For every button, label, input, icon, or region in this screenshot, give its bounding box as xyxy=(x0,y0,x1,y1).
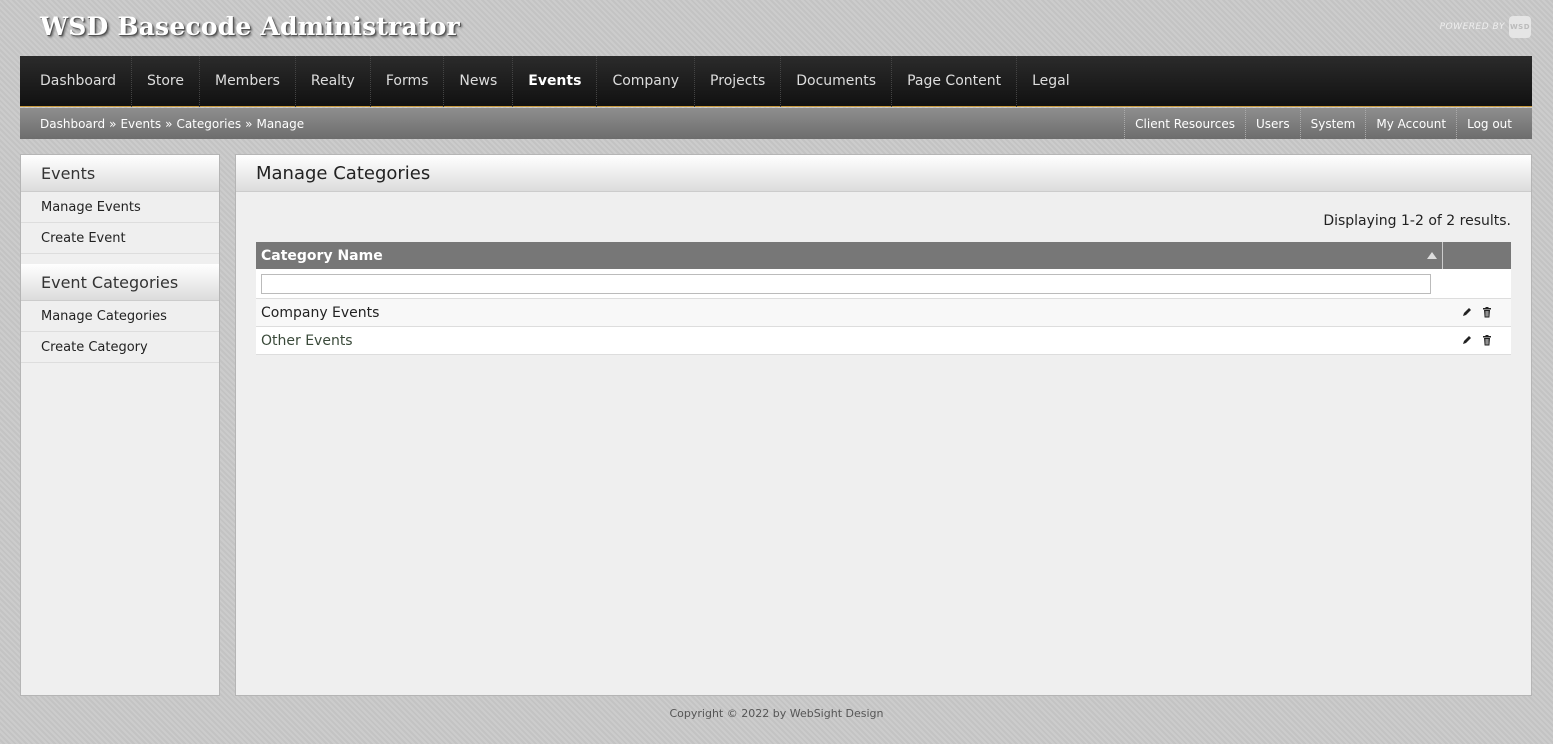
filter-row xyxy=(256,269,1511,299)
nav-item-realty[interactable]: Realty xyxy=(296,55,371,107)
category-name-filter-input[interactable] xyxy=(261,273,1431,294)
nav-item-projects[interactable]: Projects xyxy=(695,55,782,107)
delete-trash-icon[interactable] xyxy=(1482,307,1492,318)
categories-table: Category Name Company Events Other Event… xyxy=(256,242,1511,355)
category-name-cell: Company Events xyxy=(261,304,380,321)
main-nav: Dashboard Store Members Realty Forms New… xyxy=(20,55,1532,107)
page-title: Manage Categories xyxy=(236,155,1531,192)
table-header: Category Name xyxy=(256,242,1511,269)
nav-item-legal[interactable]: Legal xyxy=(1017,56,1085,107)
util-link-users[interactable]: Users xyxy=(1245,108,1300,139)
sidebar-divider xyxy=(21,254,219,264)
nav-item-page-content[interactable]: Page Content xyxy=(892,55,1018,107)
breadcrumb-dashboard[interactable]: Dashboard xyxy=(40,117,105,131)
util-link-my-account[interactable]: My Account xyxy=(1365,108,1456,139)
nav-item-members[interactable]: Members xyxy=(200,55,296,107)
column-header-label: Category Name xyxy=(261,247,383,264)
breadcrumb-categories[interactable]: Categories xyxy=(176,117,241,131)
column-header-category-name[interactable]: Category Name xyxy=(256,242,1443,269)
breadcrumb-events[interactable]: Events xyxy=(120,117,161,131)
sub-bar: Dashboard » Events » Categories » Manage… xyxy=(20,108,1532,139)
column-header-actions xyxy=(1443,242,1511,269)
row-actions xyxy=(1443,307,1511,318)
table-row: Other Events xyxy=(256,327,1511,355)
breadcrumb-separator: » xyxy=(165,116,173,131)
powered-by-label: POWERED BY xyxy=(1439,22,1505,32)
edit-pencil-icon[interactable] xyxy=(1462,335,1472,346)
nav-item-forms[interactable]: Forms xyxy=(371,55,445,107)
nav-item-documents[interactable]: Documents xyxy=(781,55,893,107)
footer-copyright: Copyright © 2022 by WebSight Design xyxy=(669,707,884,720)
wsd-logo-icon: WSD xyxy=(1509,16,1531,38)
table-row: Company Events xyxy=(256,299,1511,327)
row-actions xyxy=(1443,335,1511,346)
powered-by: POWERED BY WSD xyxy=(1440,16,1531,38)
sidebar-heading-events: Events xyxy=(21,155,219,192)
breadcrumb: Dashboard » Events » Categories » Manage xyxy=(20,117,304,131)
edit-pencil-icon[interactable] xyxy=(1462,307,1472,318)
util-link-system[interactable]: System xyxy=(1299,108,1366,139)
results-summary: Displaying 1-2 of 2 results. xyxy=(1323,213,1511,229)
breadcrumb-manage[interactable]: Manage xyxy=(256,117,304,131)
sort-ascending-icon[interactable] xyxy=(1427,252,1437,259)
sidebar: Events Manage Events Create Event Event … xyxy=(20,154,220,696)
nav-item-dashboard[interactable]: Dashboard xyxy=(20,55,132,107)
sidebar-item-create-category[interactable]: Create Category xyxy=(21,332,219,363)
breadcrumb-separator: » xyxy=(245,116,253,131)
breadcrumb-separator: » xyxy=(109,116,117,131)
util-link-client-resources[interactable]: Client Resources xyxy=(1124,108,1245,139)
sidebar-item-create-event[interactable]: Create Event xyxy=(21,223,219,254)
category-name-cell: Other Events xyxy=(261,332,353,349)
sidebar-item-manage-categories[interactable]: Manage Categories xyxy=(21,301,219,332)
sidebar-heading-event-categories: Event Categories xyxy=(21,264,219,301)
delete-trash-icon[interactable] xyxy=(1482,335,1492,346)
sidebar-item-manage-events[interactable]: Manage Events xyxy=(21,192,219,223)
utility-nav: Client Resources Users System My Account… xyxy=(1124,108,1532,139)
util-link-log-out[interactable]: Log out xyxy=(1456,108,1522,139)
nav-item-news[interactable]: News xyxy=(444,55,514,107)
nav-item-store[interactable]: Store xyxy=(132,55,200,107)
nav-item-company[interactable]: Company xyxy=(597,55,696,107)
site-title: WSD Basecode Administrator xyxy=(40,12,460,41)
main-panel: Manage Categories Displaying 1-2 of 2 re… xyxy=(235,154,1532,696)
nav-item-events[interactable]: Events xyxy=(513,55,598,107)
